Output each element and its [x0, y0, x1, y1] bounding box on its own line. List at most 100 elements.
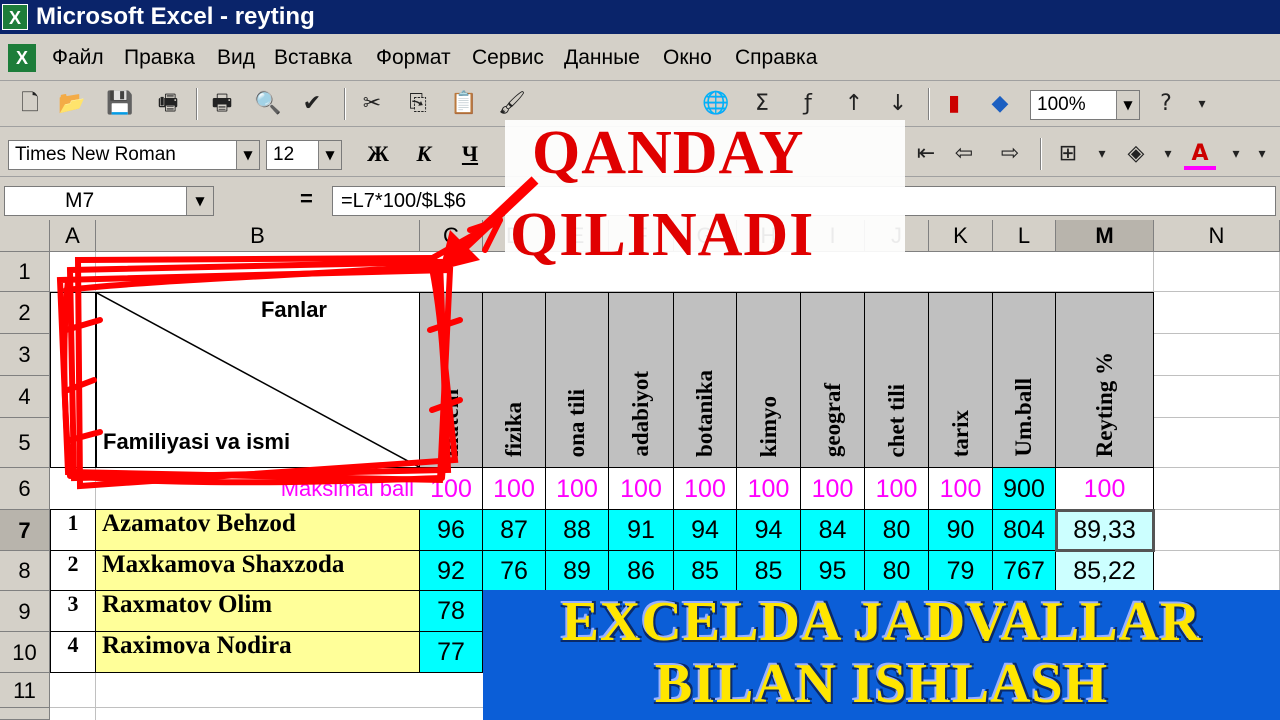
decrease-decimal-icon[interactable]: ⇤: [910, 138, 942, 170]
score-cell[interactable]: 79: [929, 551, 993, 591]
menu-edit[interactable]: Правка: [124, 46, 195, 70]
score-cell[interactable]: 80: [865, 510, 929, 551]
subject-header-cell[interactable]: tarix: [929, 292, 993, 468]
column-header-m[interactable]: M: [1056, 220, 1154, 252]
score-cell[interactable]: 94: [737, 510, 801, 551]
rating-cell[interactable]: 85,22: [1056, 551, 1154, 591]
autosum-icon[interactable]: Σ: [746, 88, 778, 120]
menu-window[interactable]: Окно: [663, 46, 712, 70]
student-name-cell[interactable]: Raxmatov Olim: [96, 591, 420, 632]
chevron-down-icon[interactable]: ▼: [318, 141, 341, 169]
chart-wizard-icon[interactable]: ▮: [938, 88, 970, 120]
score-cell[interactable]: 89: [546, 551, 609, 591]
score-cell[interactable]: 76: [483, 551, 546, 591]
max-score-cell[interactable]: 100: [737, 468, 801, 510]
font-color-icon[interactable]: A: [1184, 138, 1216, 170]
student-number-cell[interactable]: 4: [50, 632, 96, 673]
row-header-11[interactable]: 11: [0, 673, 50, 708]
chevron-down-icon[interactable]: ▾: [1086, 138, 1118, 170]
score-cell[interactable]: 87: [483, 510, 546, 551]
student-number-cell[interactable]: 3: [50, 591, 96, 632]
subject-header-cell[interactable]: geograf: [801, 292, 865, 468]
row-header-7[interactable]: 7: [0, 510, 50, 551]
bold-button[interactable]: Ж: [360, 138, 396, 170]
print-preview-icon[interactable]: 🔍: [252, 88, 284, 120]
menu-insert[interactable]: Вставка: [274, 46, 352, 70]
print-icon[interactable]: 🖶: [206, 88, 238, 120]
new-file-icon[interactable]: 🗋: [14, 88, 46, 120]
score-cell[interactable]: 96: [420, 510, 483, 551]
score-cell[interactable]: 95: [801, 551, 865, 591]
menu-tools[interactable]: Сервис: [472, 46, 544, 70]
permission-icon[interactable]: 🖷: [152, 88, 184, 120]
sort-descending-icon[interactable]: ↓: [882, 88, 914, 120]
score-cell[interactable]: 85: [674, 551, 737, 591]
score-cell[interactable]: 77: [420, 632, 483, 673]
score-cell[interactable]: 86: [609, 551, 674, 591]
row-header-10[interactable]: 10: [0, 632, 50, 673]
score-cell[interactable]: 78: [420, 591, 483, 632]
font-size-combo[interactable]: 12 ▼: [266, 140, 342, 170]
sort-ascending-icon[interactable]: ↑: [838, 88, 870, 120]
toolbar-options-icon[interactable]: ▾: [1246, 138, 1278, 170]
spelling-icon[interactable]: ✔: [296, 88, 328, 120]
max-score-cell[interactable]: 100: [801, 468, 865, 510]
menu-help[interactable]: Справка: [735, 46, 817, 70]
subject-header-cell[interactable]: chet tili: [865, 292, 929, 468]
chevron-down-icon[interactable]: ▼: [236, 141, 259, 169]
function-icon[interactable]: ƒ: [792, 88, 824, 120]
column-header-n[interactable]: N: [1154, 220, 1280, 252]
row-header-12[interactable]: [0, 708, 50, 720]
score-cell[interactable]: 88: [546, 510, 609, 551]
student-name-cell[interactable]: Maxkamova Shaxzoda: [96, 551, 420, 591]
row-header-8[interactable]: 8: [0, 551, 50, 591]
score-cell[interactable]: 94: [674, 510, 737, 551]
score-cell[interactable]: 90: [929, 510, 993, 551]
max-score-cell[interactable]: 100: [865, 468, 929, 510]
max-score-cell[interactable]: 900: [993, 468, 1056, 510]
chevron-down-icon[interactable]: ▼: [1116, 91, 1139, 119]
fill-color-icon[interactable]: ◈: [1120, 138, 1152, 170]
max-score-cell[interactable]: 100: [674, 468, 737, 510]
decrease-indent-icon[interactable]: ⇦: [948, 138, 980, 170]
subject-header-cell[interactable]: adabiyot: [609, 292, 674, 468]
subject-header-cell[interactable]: Reyting %: [1056, 292, 1154, 468]
student-name-cell[interactable]: Azamatov Behzod: [96, 510, 420, 551]
score-cell[interactable]: 92: [420, 551, 483, 591]
increase-indent-icon[interactable]: ⇨: [994, 138, 1026, 170]
save-icon[interactable]: 💾: [104, 88, 136, 120]
toolbar-options-icon[interactable]: ▾: [1186, 88, 1218, 120]
borders-icon[interactable]: ⊞: [1052, 138, 1084, 170]
workbook-icon[interactable]: X: [8, 44, 36, 72]
max-score-cell[interactable]: 100: [609, 468, 674, 510]
menu-format[interactable]: Формат: [376, 46, 451, 70]
copy-icon[interactable]: ⎘: [402, 88, 434, 120]
score-cell[interactable]: 804: [993, 510, 1056, 551]
subject-header-cell[interactable]: Um.ball: [993, 292, 1056, 468]
score-cell[interactable]: 80: [865, 551, 929, 591]
cut-icon[interactable]: ✂: [356, 88, 388, 120]
zoom-combo[interactable]: 100% ▼: [1030, 90, 1140, 120]
column-header-k[interactable]: K: [929, 220, 993, 252]
max-score-cell[interactable]: 100: [1056, 468, 1154, 510]
paste-icon[interactable]: 📋: [448, 88, 480, 120]
drawing-icon[interactable]: ◆: [984, 88, 1016, 120]
student-number-cell[interactable]: 2: [50, 551, 96, 591]
row-header-9[interactable]: 9: [0, 591, 50, 632]
hyperlink-icon[interactable]: 🌐: [700, 88, 732, 120]
student-name-cell[interactable]: Raximova Nodira: [96, 632, 420, 673]
score-cell[interactable]: 91: [609, 510, 674, 551]
format-painter-icon[interactable]: 🖌: [496, 88, 528, 120]
student-number-cell[interactable]: 1: [50, 510, 96, 551]
column-header-l[interactable]: L: [993, 220, 1056, 252]
max-score-cell[interactable]: 100: [929, 468, 993, 510]
font-name-combo[interactable]: Times New Roman ▼: [8, 140, 260, 170]
menu-file[interactable]: Файл: [52, 46, 104, 70]
score-cell[interactable]: 767: [993, 551, 1056, 591]
help-icon[interactable]: ?: [1150, 88, 1182, 120]
chevron-down-icon[interactable]: ▾: [1152, 138, 1184, 170]
subject-header-cell[interactable]: kimyo: [737, 292, 801, 468]
score-cell[interactable]: 85: [737, 551, 801, 591]
rating-cell[interactable]: 89,33: [1056, 510, 1154, 551]
menu-data[interactable]: Данные: [564, 46, 640, 70]
